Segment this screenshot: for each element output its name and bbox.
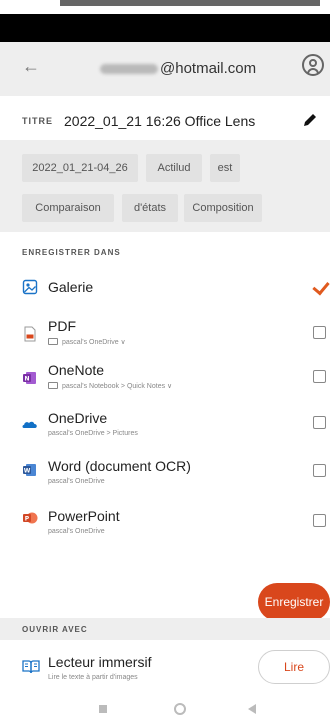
destination-name: PowerPoint — [48, 508, 120, 524]
destination-checkbox[interactable] — [313, 514, 326, 527]
destination-name: Word (document OCR) — [48, 458, 191, 474]
app-bar: ← @hotmail.com — [0, 42, 330, 96]
destination-checkbox[interactable] — [313, 370, 326, 383]
destination-onenote[interactable]: N OneNote pascal's Notebook > Quick Note… — [0, 356, 330, 402]
status-bar — [0, 14, 330, 42]
account-email: @hotmail.com — [100, 60, 256, 77]
destination-location[interactable]: pascal's Notebook > Quick Notes ∨ — [48, 382, 172, 390]
destination-name: Galerie — [48, 279, 94, 295]
back-nav-icon[interactable] — [248, 704, 256, 714]
destination-name: OneDrive — [48, 410, 108, 426]
word-icon: W — [23, 464, 36, 476]
pdf-icon — [24, 326, 36, 342]
svg-text:P: P — [25, 516, 30, 523]
gallery-icon — [22, 279, 38, 295]
title-input[interactable] — [64, 110, 274, 132]
destination-checkbox[interactable] — [313, 416, 326, 429]
top-crop-edge — [0, 0, 330, 14]
powerpoint-icon: P — [23, 512, 38, 524]
save-button[interactable]: Enregistrer — [258, 583, 330, 621]
destination-word[interactable]: W Word (document OCR) pascal's OneDrive — [0, 448, 330, 494]
recents-icon[interactable] — [99, 705, 107, 713]
save-section-heading: ENREGISTRER DANS — [22, 248, 121, 257]
destination-onedrive[interactable]: OneDrive pascal's OneDrive > Pictures — [0, 402, 330, 448]
system-nav-bar — [0, 700, 330, 720]
onenote-icon: N — [23, 372, 36, 384]
open-with-heading: OUVRIR AVEC — [22, 625, 88, 634]
folder-icon — [48, 338, 58, 345]
profile-icon[interactable] — [302, 54, 324, 76]
read-button[interactable]: Lire — [258, 650, 330, 684]
destination-galerie[interactable]: Galerie — [0, 268, 330, 314]
immersive-reader-description: Lire le texte à partir d'images — [48, 674, 138, 681]
destination-checkbox[interactable] — [313, 326, 326, 339]
destination-location[interactable]: pascal's OneDrive — [48, 478, 105, 485]
destination-location[interactable]: pascal's OneDrive ∨ — [48, 338, 126, 346]
destination-location[interactable]: pascal's OneDrive — [48, 528, 105, 535]
destination-pdf[interactable]: PDF pascal's OneDrive ∨ — [0, 312, 330, 358]
svg-text:W: W — [24, 468, 31, 475]
onedrive-icon — [22, 421, 37, 428]
tag-chip[interactable]: 2022_01_21-04_26 — [22, 154, 138, 182]
destination-name: OneNote — [48, 362, 105, 378]
destination-name: PDF — [48, 318, 76, 334]
tag-chip[interactable]: Actilud — [146, 154, 202, 182]
tag-chip[interactable]: d'états — [122, 194, 178, 222]
title-label: TITRE — [22, 116, 53, 126]
destination-powerpoint[interactable]: P PowerPoint pascal's OneDrive — [0, 496, 330, 542]
home-icon[interactable] — [174, 703, 186, 715]
tag-panel: 2022_01_21-04_26 Actilud est Comparaison… — [0, 140, 330, 232]
pencil-icon[interactable] — [302, 112, 318, 128]
immersive-reader-icon — [22, 660, 40, 674]
tag-chip[interactable]: Composition — [184, 194, 262, 222]
folder-icon — [48, 382, 58, 389]
destination-checkbox[interactable] — [313, 464, 326, 477]
arrow-left-icon[interactable]: ← — [22, 56, 40, 77]
title-row: TITRE — [0, 104, 330, 136]
destination-checkbox[interactable] — [313, 280, 326, 293]
svg-text:N: N — [24, 376, 29, 383]
tag-chip[interactable]: est — [210, 154, 240, 182]
immersive-reader-name: Lecteur immersif — [48, 654, 152, 670]
tag-chip[interactable]: Comparaison — [22, 194, 114, 222]
destination-location[interactable]: pascal's OneDrive > Pictures — [48, 430, 138, 437]
redacted-username — [100, 64, 158, 75]
